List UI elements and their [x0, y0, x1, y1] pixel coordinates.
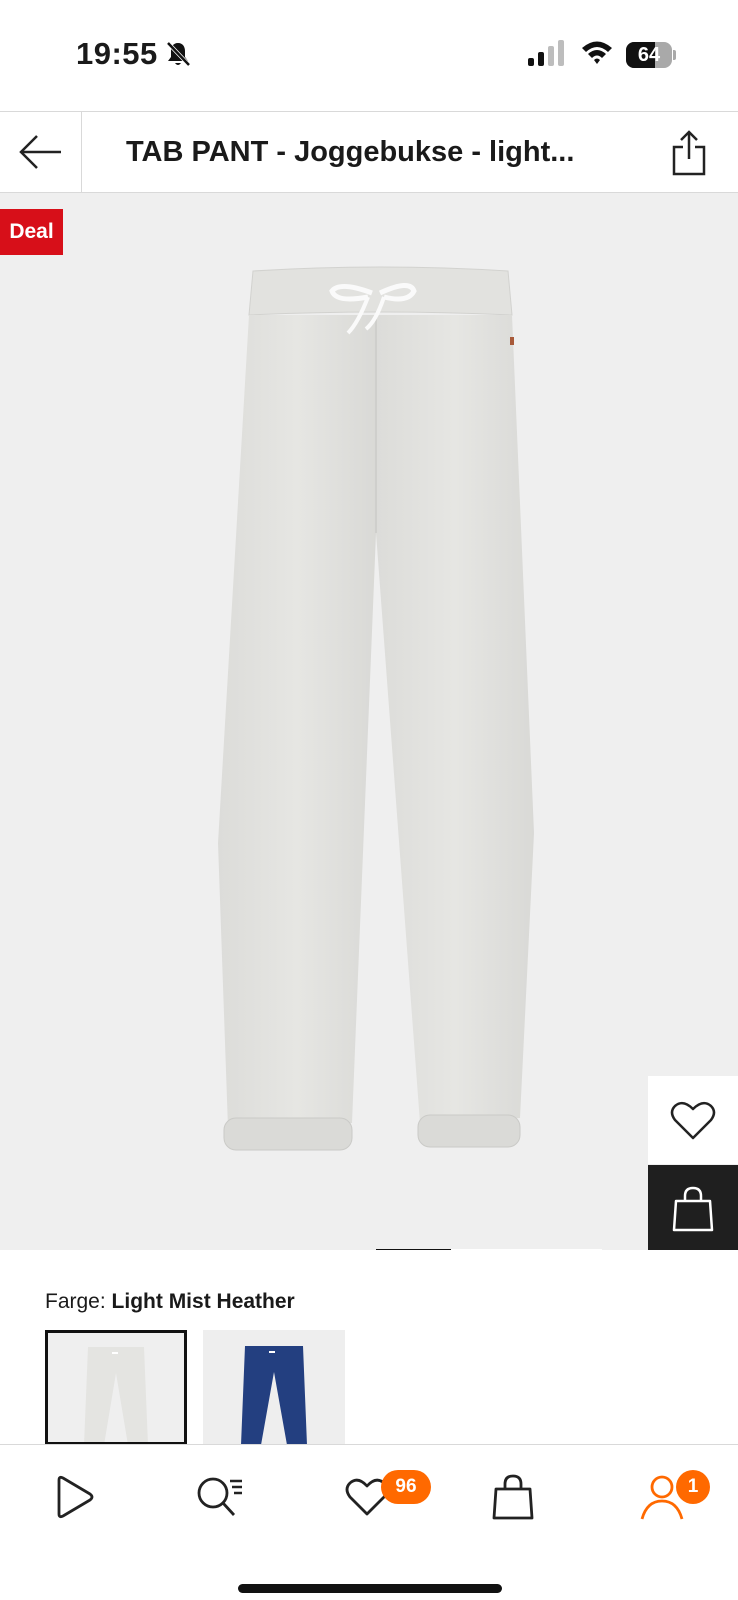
arrow-left-icon	[18, 135, 61, 169]
nav-home[interactable]	[43, 1467, 103, 1527]
color-label: Farge: Light Mist Heather	[45, 1290, 295, 1314]
page-title: TAB PANT - Joggebukse - light...	[126, 136, 575, 168]
nav-search[interactable]	[190, 1467, 250, 1527]
color-label-prefix: Farge:	[45, 1290, 106, 1313]
product-image-gallery[interactable]: Deal	[0, 193, 738, 1250]
shopping-bag-icon	[492, 1474, 534, 1520]
battery-level: 64	[637, 44, 661, 66]
bottom-navigation: 96 1	[0, 1444, 738, 1600]
selected-color-name: Light Mist Heather	[111, 1290, 295, 1313]
bell-muted-icon	[166, 41, 191, 67]
color-swatch-navy[interactable]	[203, 1330, 345, 1445]
back-button[interactable]	[0, 112, 82, 192]
shopping-bag-icon	[672, 1186, 714, 1232]
product-header: TAB PANT - Joggebukse - light...	[0, 111, 738, 193]
heart-icon	[670, 1101, 716, 1140]
swatch-image-navy	[203, 1330, 345, 1445]
status-bar: 19:55 64	[0, 0, 738, 110]
deal-badge: Deal	[0, 209, 63, 255]
product-photo-pants	[218, 266, 534, 1151]
nav-bag[interactable]	[483, 1467, 543, 1527]
share-button[interactable]	[664, 126, 714, 180]
color-swatch-light-grey[interactable]	[45, 1330, 187, 1445]
wishlist-count-badge: 96	[381, 1470, 431, 1504]
color-selector: Farge: Light Mist Heather	[0, 1250, 738, 1445]
status-time: 19:55	[76, 36, 158, 71]
signal-icon	[528, 40, 564, 66]
share-icon	[672, 130, 706, 176]
battery-icon: 64	[626, 42, 676, 68]
add-to-bag-button[interactable]	[648, 1165, 738, 1250]
add-to-wishlist-button[interactable]	[648, 1076, 738, 1164]
wifi-icon	[582, 41, 612, 64]
search-icon	[197, 1477, 242, 1516]
home-play-icon	[57, 1475, 94, 1519]
swatch-image-light-grey	[48, 1333, 184, 1442]
home-indicator	[238, 1584, 502, 1593]
profile-notification-badge: 1	[676, 1470, 710, 1504]
